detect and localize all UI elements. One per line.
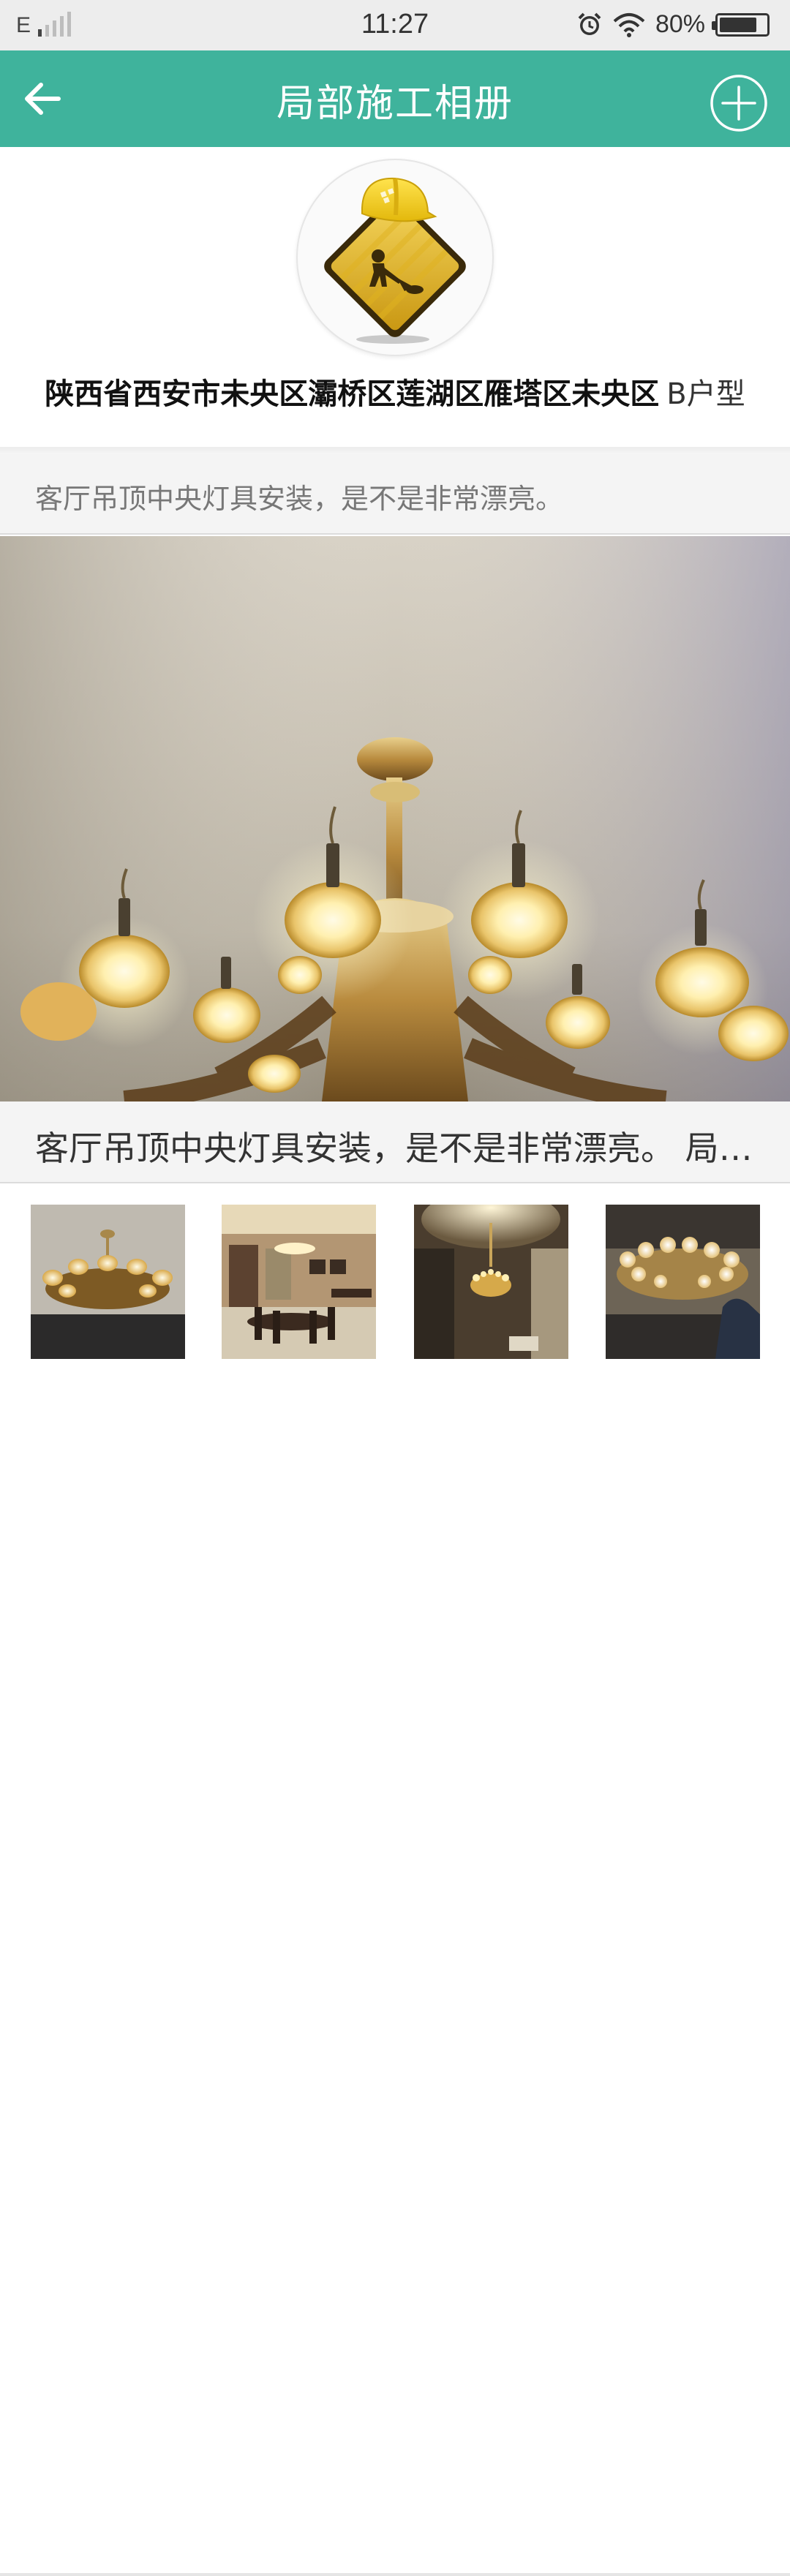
- chandelier-photo: [0, 536, 790, 1101]
- wifi-icon: [613, 12, 645, 37]
- thumbnail-chandelier-installation[interactable]: [606, 1205, 760, 1359]
- thumbnail-dining-room[interactable]: [222, 1205, 376, 1359]
- add-photo-button[interactable]: [710, 74, 768, 132]
- main-photo[interactable]: [0, 536, 790, 1101]
- page-title: 局部施工相册: [276, 82, 514, 126]
- thumbnail-chandelier-close-up[interactable]: [31, 1205, 185, 1359]
- construction-worker-sign-icon: [324, 177, 466, 344]
- plus-circle-icon: [710, 75, 767, 132]
- house-type: B户型: [666, 377, 745, 411]
- bottom-divider: [0, 2573, 790, 2576]
- album-caption-bar: 客厅吊顶中央灯具安装，是不是非常漂亮。: [0, 454, 790, 535]
- photo-description: 客厅吊顶中央灯具安装，是不是非常漂亮。 局部施工相册: [35, 1129, 775, 1168]
- project-title: 陕西省西安市未央区灞桥区莲湖区雁塔区未央区 B户型: [0, 370, 790, 413]
- thumbnail-strip: [0, 1185, 790, 2576]
- section-divider: [0, 447, 790, 454]
- avatar: [296, 159, 494, 356]
- app-bar: 局部施工相册: [0, 50, 790, 147]
- thumbnail-ceiling-lamp-wide[interactable]: [414, 1205, 568, 1359]
- battery-icon: [712, 12, 770, 37]
- alarm-icon: [578, 12, 601, 35]
- status-bar: E 11:27 80%: [0, 0, 790, 50]
- photo-description-bar: 客厅吊顶中央灯具安装，是不是非常漂亮。 局部施工相册: [0, 1101, 790, 1183]
- status-right: 80%: [576, 10, 770, 39]
- project-address: 陕西省西安市未央区灞桥区莲湖区雁塔区未央区: [45, 377, 660, 411]
- project-header: 陕西省西安市未央区灞桥区莲湖区雁塔区未央区 B户型: [0, 147, 790, 447]
- album-caption: 客厅吊顶中央灯具安装，是不是非常漂亮。: [35, 483, 564, 515]
- battery-percent: 80%: [655, 10, 705, 38]
